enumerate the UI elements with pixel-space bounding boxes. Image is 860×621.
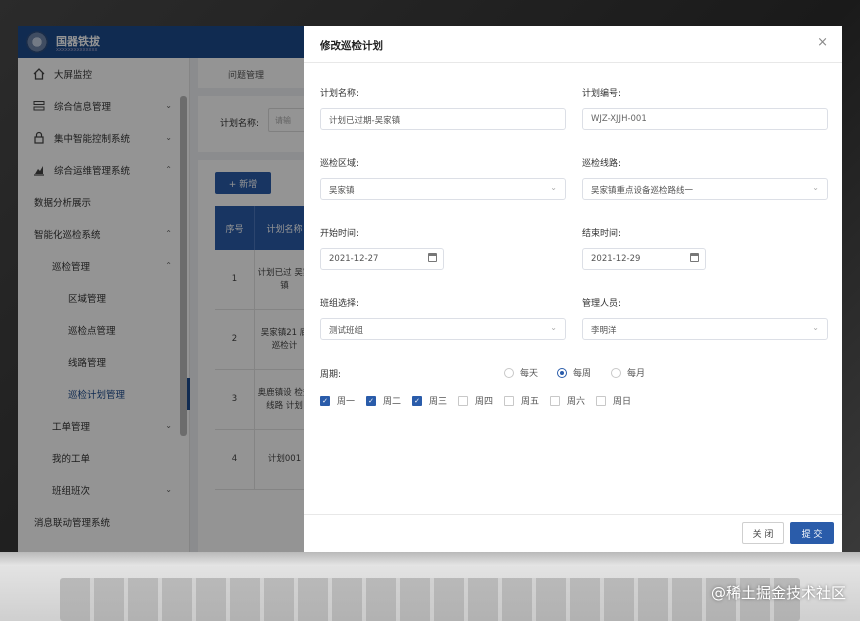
close-button[interactable]: 关 闭 bbox=[742, 522, 784, 544]
weekday-checkbox-fri[interactable]: 周五 bbox=[504, 394, 539, 407]
checkbox-label: 周六 bbox=[567, 397, 586, 407]
area-select[interactable]: 吴家镇 ⌄ bbox=[320, 178, 566, 200]
chevron-down-icon: ⌄ bbox=[812, 323, 819, 332]
plan-name-input[interactable]: 计划已过期-吴家镇 bbox=[320, 108, 566, 130]
start-date-picker[interactable]: 2021-12-27 bbox=[320, 248, 444, 270]
divider bbox=[304, 62, 842, 63]
checkbox-label: 周二 bbox=[383, 397, 402, 407]
close-icon[interactable]: × bbox=[817, 35, 828, 50]
area-select-value: 吴家镇 bbox=[329, 186, 355, 196]
check-icon: ✓ bbox=[320, 395, 330, 406]
weekday-checkbox-wed[interactable]: ✓ 周三 bbox=[412, 394, 447, 407]
radio-label: 每月 bbox=[627, 369, 646, 379]
start-date-value: 2021-12-27 bbox=[329, 254, 379, 264]
radio-dot bbox=[504, 367, 514, 378]
route-select[interactable]: 吴家镇重点设备巡检路线一 ⌄ bbox=[582, 178, 828, 200]
checkbox-label: 周四 bbox=[475, 397, 494, 407]
check-icon: ✓ bbox=[412, 395, 422, 406]
route-select-value: 吴家镇重点设备巡检路线一 bbox=[591, 186, 694, 196]
submit-button[interactable]: 提 交 bbox=[790, 522, 834, 544]
calendar-icon bbox=[428, 253, 437, 262]
manager-label: 管理人员: bbox=[582, 299, 622, 309]
edit-plan-drawer: 修改巡检计划 × 计划名称: 计划已过期-吴家镇 计划编号: WJZ-XJJH-… bbox=[304, 26, 842, 552]
checkbox-label: 周五 bbox=[521, 397, 540, 407]
chevron-down-icon: ⌄ bbox=[812, 183, 819, 192]
period-radio-daily[interactable]: 每天 bbox=[504, 366, 538, 379]
plan-no-input[interactable]: WJZ-XJJH-001 bbox=[582, 108, 828, 130]
end-time-label: 结束时间: bbox=[582, 229, 622, 239]
checkbox-label: 周日 bbox=[613, 397, 632, 407]
end-date-value: 2021-12-29 bbox=[591, 254, 641, 264]
period-radio-weekly[interactable]: 每周 bbox=[557, 366, 591, 379]
plan-name-label: 计划名称: bbox=[320, 89, 360, 99]
weekday-checkbox-sun[interactable]: 周日 bbox=[596, 394, 631, 407]
weekday-checkbox-tue[interactable]: ✓ 周二 bbox=[366, 394, 401, 407]
period-radio-monthly[interactable]: 每月 bbox=[611, 366, 645, 379]
checkbox-box bbox=[550, 395, 560, 406]
weekday-checkbox-sat[interactable]: 周六 bbox=[550, 394, 585, 407]
team-label: 班组选择: bbox=[320, 299, 360, 309]
checkbox-label: 周三 bbox=[429, 397, 448, 407]
laptop-keyboard bbox=[60, 578, 800, 621]
period-label: 周期: bbox=[320, 370, 342, 380]
start-time-label: 开始时间: bbox=[320, 229, 360, 239]
route-label: 巡检线路: bbox=[582, 159, 622, 169]
end-date-picker[interactable]: 2021-12-29 bbox=[582, 248, 706, 270]
calendar-icon bbox=[690, 253, 699, 262]
chevron-down-icon: ⌄ bbox=[550, 323, 557, 332]
watermark: @稀土掘金技术社区 bbox=[710, 584, 846, 602]
radio-dot bbox=[611, 367, 621, 378]
plan-no-label: 计划编号: bbox=[582, 89, 622, 99]
check-icon: ✓ bbox=[366, 395, 376, 406]
manager-select[interactable]: 李明洋 ⌄ bbox=[582, 318, 828, 340]
radio-label: 每周 bbox=[573, 369, 592, 379]
team-select-value: 测试班组 bbox=[329, 326, 364, 336]
checkbox-box bbox=[596, 395, 606, 406]
team-select[interactable]: 测试班组 ⌄ bbox=[320, 318, 566, 340]
app-screen: 国器铁拔 xxxxxxxxxxxxxx 大屏监控 综合信息管理 ⌄ 集中智能控制… bbox=[18, 26, 842, 552]
radio-label: 每天 bbox=[520, 369, 539, 379]
footer-divider bbox=[304, 514, 842, 515]
weekday-checkbox-mon[interactable]: ✓ 周一 bbox=[320, 394, 355, 407]
radio-dot bbox=[557, 367, 567, 378]
laptop-hinge bbox=[0, 552, 860, 566]
checkbox-box bbox=[458, 395, 468, 406]
manager-select-value: 李明洋 bbox=[591, 326, 617, 336]
drawer-title: 修改巡检计划 bbox=[320, 40, 383, 52]
chevron-down-icon: ⌄ bbox=[550, 183, 557, 192]
checkbox-label: 周一 bbox=[337, 397, 356, 407]
area-label: 巡检区域: bbox=[320, 159, 360, 169]
weekday-checkbox-thu[interactable]: 周四 bbox=[458, 394, 493, 407]
checkbox-box bbox=[504, 395, 514, 406]
